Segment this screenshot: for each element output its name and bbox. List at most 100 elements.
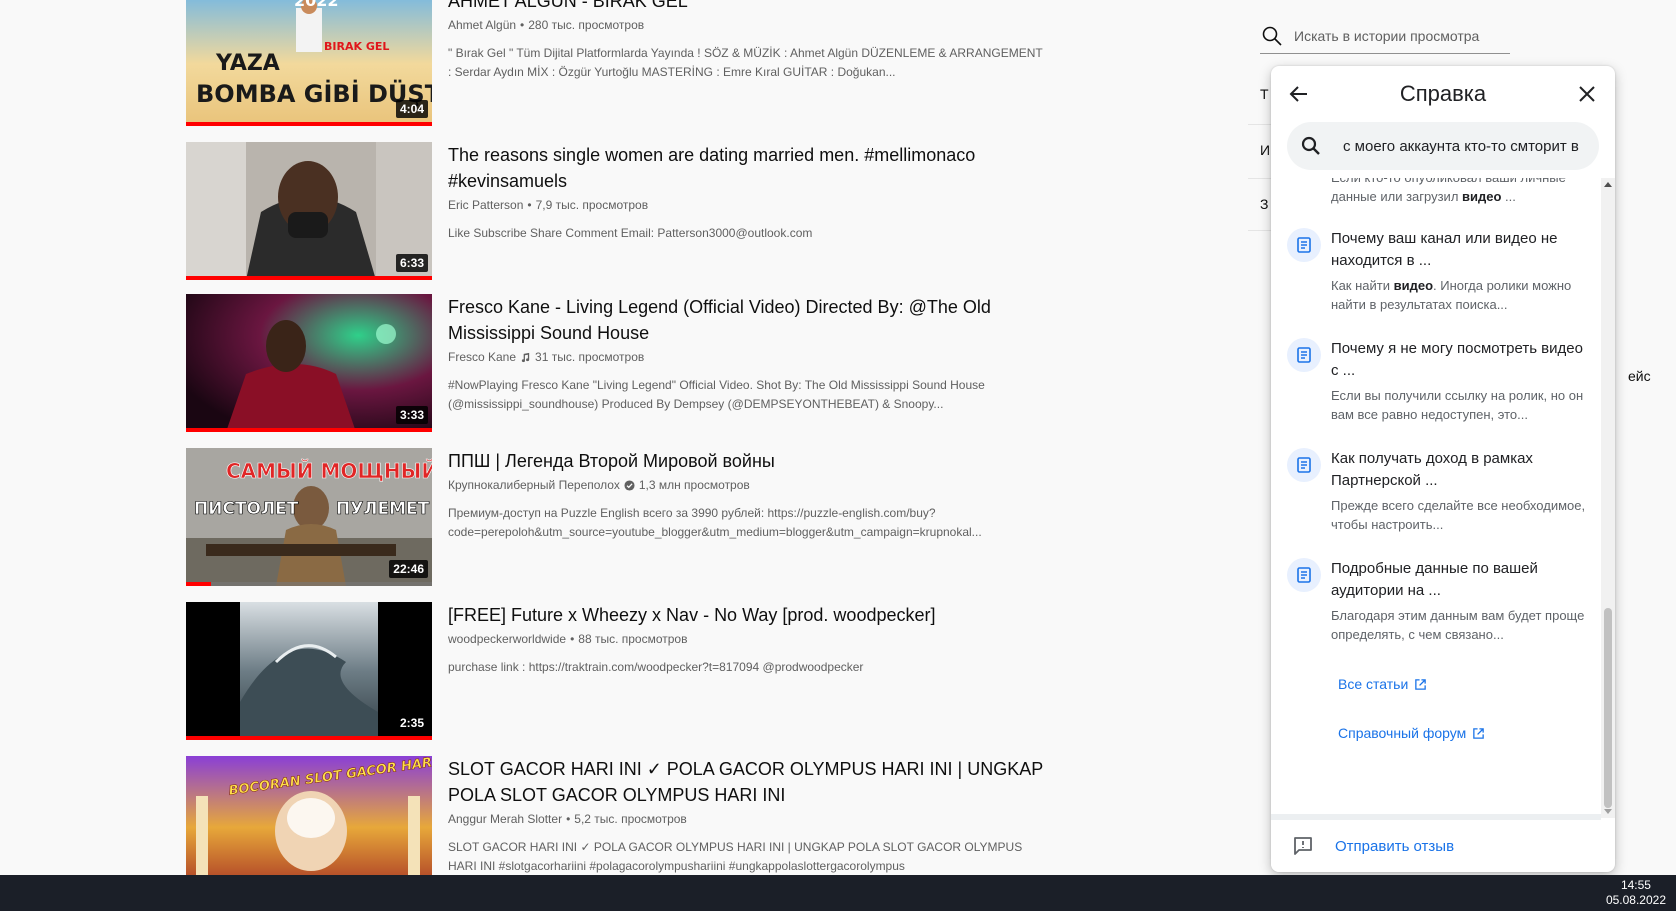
panel-option-label[interactable]: Т [1260,86,1269,102]
video-info: Fresco Kane - Living Legend (Official Vi… [448,294,1048,414]
watch-progress [186,736,432,740]
scroll-down-arrow-icon[interactable] [1604,809,1612,814]
channel-name[interactable]: Крупнокалиберный Переполох [448,478,620,492]
thumb-caption: ПИСТОЛЕТ [194,499,299,519]
help-results-list: Если кто-то опубликовал ваши личные данн… [1271,178,1615,814]
channel-name[interactable]: Eric Patterson [448,198,523,212]
video-info: The reasons single women are dating marr… [448,142,1048,243]
send-feedback-label: Отправить отзыв [1335,837,1455,855]
history-search-box[interactable]: Искать в истории просмотра [1260,18,1510,54]
separator-dot: • [520,18,525,32]
thumb-caption: ПУЛЕМЕТ [336,499,430,519]
feedback-icon [1294,837,1312,855]
article-title[interactable]: Как получать доход в рамках Партнерской … [1331,448,1587,492]
video-title[interactable]: The reasons single women are dating marr… [448,142,1048,194]
video-description: Like Subscribe Share Comment Email: Patt… [448,226,813,240]
help-header: Справка [1271,66,1615,122]
video-description: purchase link : https://traktrain.com/wo… [448,660,864,674]
view-count: 7,9 тыс. просмотров [535,198,649,212]
view-count: 31 тыс. просмотров [535,350,645,364]
view-count: 280 тыс. просмотров [528,18,645,32]
panel-option-label[interactable]: ейс [1628,368,1651,384]
thumb-caption: YAZA [215,51,280,76]
video-info: ППШ | Легенда Второй Мировой войны Крупн… [448,448,1048,542]
video-duration: 6:33 [395,254,428,272]
video-description: #NowPlaying Fresco Kane "Living Legend" … [448,378,985,411]
search-icon [1262,26,1282,46]
separator-dot: • [570,632,575,646]
channel-name[interactable]: Ahmet Algün [448,18,516,32]
article-snippet: Если кто-то опубликовал ваши личные данн… [1331,178,1566,204]
video-item[interactable]: 6:33 The reasons single women are dating… [186,142,1046,280]
video-description: Премиум-доступ на Puzzle English всего з… [448,506,982,539]
video-duration: 4:04 [395,100,428,118]
video-description: " Bırak Gel " Tüm Dijital Platformlarda … [448,46,1043,79]
article-icon [1287,558,1321,592]
thumbnail-image: BOCORAN SLOT GACOR HARI INI [186,756,432,875]
video-title[interactable]: SLOT GACOR HARI INI ✓ POLA GACOR OLYMPUS… [448,756,1048,808]
video-info: [FREE] Future x Wheezy x Nav - No Way [p… [448,602,1048,677]
send-feedback-button[interactable]: Отправить отзыв [1271,814,1601,872]
article-snippet: Как найти видео. Иногда ролики можно най… [1331,278,1572,312]
article-icon [1287,448,1321,482]
help-panel: Справка Если кто-то опубликовал ваши лич… [1271,66,1615,872]
video-thumbnail[interactable]: 3:33 [186,294,432,432]
clock-date: 05.08.2022 [1605,893,1666,907]
system-clock[interactable]: 14:55 05.08.2022 [1606,878,1666,908]
channel-name[interactable]: Fresco Kane [448,350,516,364]
video-thumbnail[interactable]: 6:33 [186,142,432,280]
help-forum-link[interactable]: Справочный форум [1338,725,1485,741]
video-item[interactable]: BOCORAN SLOT GACOR HARI INI SLOT GACOR H… [186,756,1046,894]
help-scrollbar[interactable] [1601,178,1615,818]
thumb-year: 2022 [294,0,339,10]
article-title[interactable]: Подробные данные по вашей аудитории на .… [1331,558,1587,602]
video-info: AHMET ALGÜN - BIRAK GEL Ahmet Algün • 280 … [448,0,1048,82]
video-item[interactable]: САМЫЙ МОЩНЫЙ ПИСТОЛЕТ ПУЛЕМЕТ 22:46 ППШ … [186,448,1046,586]
watch-progress [186,276,432,280]
video-thumbnail[interactable]: 2:35 [186,602,432,740]
all-articles-label: Все статьи [1338,676,1409,692]
view-count: 5,2 тыс. просмотров [574,812,687,826]
music-note-icon [521,352,530,362]
video-duration: 2:35 [395,714,428,732]
video-duration: 3:33 [395,406,428,424]
view-count: 88 тыс. просмотров [578,632,688,646]
help-forum-label: Справочный форум [1338,725,1467,741]
thumb-caption: САМЫЙ МОЩНЫЙ [226,459,432,483]
article-icon [1287,338,1321,372]
clock-time: 14:55 [1620,878,1651,892]
article-icon [1287,228,1321,262]
back-arrow-icon[interactable] [1287,82,1311,106]
channel-name[interactable]: Anggur Merah Slotter [448,812,562,826]
article-title[interactable]: Почему я не могу посмотреть видео с ... [1331,338,1587,382]
video-title[interactable]: Fresco Kane - Living Legend (Official Vi… [448,294,1048,346]
panel-option-label[interactable]: И [1260,142,1270,158]
taskbar: 14:55 05.08.2022 [0,875,1676,911]
all-articles-link[interactable]: Все статьи [1338,676,1427,692]
channel-name[interactable]: woodpeckerworldwide [448,632,566,646]
video-title[interactable]: ППШ | Легенда Второй Мировой войны [448,448,1048,474]
article-title[interactable]: Почему ваш канал или видео не находится … [1331,228,1587,272]
video-item[interactable]: 2022 BIRAK GEL YAZA BOMBA GİBİ DÜŞTÜ 4:0… [186,0,1046,126]
watch-progress [186,582,432,586]
external-link-icon [1415,678,1427,690]
video-title[interactable]: AHMET ALGÜN - BIRAK GEL [448,0,1048,14]
panel-option-label[interactable]: З [1260,196,1268,212]
help-title: Справка [1399,81,1487,106]
scrollbar-thumb[interactable] [1604,608,1612,808]
video-thumbnail[interactable]: САМЫЙ МОЩНЫЙ ПИСТОЛЕТ ПУЛЕМЕТ 22:46 [186,448,432,586]
video-title[interactable]: [FREE] Future x Wheezy x Nav - No Way [p… [448,602,1048,628]
verified-icon [624,479,635,491]
history-search-placeholder: Искать в истории просмотра [1294,27,1480,44]
close-icon[interactable] [1575,82,1599,106]
video-item[interactable]: 3:33 Fresco Kane - Living Legend (Offici… [186,294,1046,432]
video-thumbnail[interactable]: 2022 BIRAK GEL YAZA BOMBA GİBİ DÜŞTÜ 4:0… [186,0,432,126]
video-duration: 22:46 [389,560,428,578]
watch-progress [186,428,432,432]
video-item[interactable]: 2:35 [FREE] Future x Wheezy x Nav - No W… [186,602,1046,740]
scroll-up-arrow-icon[interactable] [1604,182,1612,187]
help-search-input[interactable] [1343,137,1599,155]
search-icon[interactable] [1299,134,1323,158]
thumb-caption: BIRAK GEL [324,40,389,53]
video-thumbnail[interactable]: BOCORAN SLOT GACOR HARI INI [186,756,432,875]
